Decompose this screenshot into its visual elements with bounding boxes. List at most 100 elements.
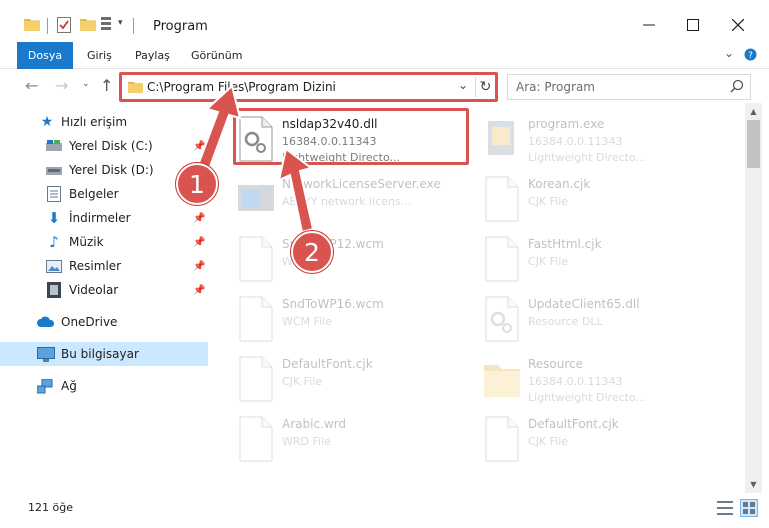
sidebar-item-pictures[interactable]: Resimler 📌: [0, 254, 208, 278]
app-icon: [238, 185, 274, 211]
file-icon: [239, 356, 273, 402]
computer-icon: [37, 345, 55, 363]
tab-view[interactable]: Görünüm: [191, 49, 242, 62]
chevron-down-icon[interactable]: ⌄: [458, 78, 468, 92]
sidebar-item-label: İndirmeler: [69, 211, 131, 225]
file-icon: [485, 236, 519, 282]
sidebar-item-local-disk-c[interactable]: Yerel Disk (C:) 📌: [0, 134, 208, 158]
folder-icon: [484, 365, 520, 397]
file-name: Resource: [528, 357, 584, 371]
sidebar-item-label: Videolar: [69, 283, 119, 297]
file-item-arabic-wrd[interactable]: Arabic.wrd WRD File: [236, 411, 476, 469]
pictures-icon: [45, 257, 63, 275]
file-description: Lightweight Directo...: [528, 391, 646, 404]
file-item-korean-cjk[interactable]: Korean.cjk CJK File: [482, 171, 722, 229]
file-version: 16384.0.0.11343: [528, 135, 623, 148]
customize-icon[interactable]: [101, 17, 117, 31]
maximize-button[interactable]: [682, 14, 704, 36]
file-name: program.exe: [528, 117, 605, 131]
file-item-sndtowp16[interactable]: SndToWP16.wcm WCM File: [236, 291, 476, 349]
documents-icon: [45, 185, 63, 203]
file-highlight: [233, 108, 469, 165]
separator: [133, 18, 134, 34]
pin-icon: 📌: [193, 140, 206, 152]
recent-locations-button[interactable]: ⌄: [82, 79, 90, 89]
close-button[interactable]: [727, 14, 749, 36]
sidebar-item-label: Resimler: [69, 259, 122, 273]
file-item-network-license-server[interactable]: NetworkLicenseServer.exe ABBYY network l…: [236, 171, 476, 229]
separator: [47, 18, 48, 34]
scroll-down-button[interactable]: ▼: [745, 476, 762, 493]
sidebar-item-label: Bu bilgisayar: [61, 347, 139, 361]
address-path[interactable]: C:\Program Files\Program Dizini: [147, 80, 336, 94]
file-description: ABBYY network licens...: [282, 195, 412, 208]
folder-icon: [24, 19, 40, 31]
search-box[interactable]: Ara: Program: [507, 74, 751, 100]
pin-icon: 📌: [193, 284, 206, 296]
scroll-up-button[interactable]: ▲: [745, 103, 762, 120]
file-item-defaultfont-cjk-2[interactable]: DefaultFont.cjk CJK File: [482, 411, 722, 469]
item-count: 121 öğe: [28, 501, 73, 514]
cloud-icon: [37, 313, 55, 331]
file-version: 16384.0.0.11343: [528, 375, 623, 388]
sidebar-item-this-pc[interactable]: Bu bilgisayar: [0, 342, 208, 366]
file-type: CJK File: [528, 255, 569, 268]
file-name: Korean.cjk: [528, 177, 591, 191]
sidebar-item-label: Müzik: [69, 235, 104, 249]
file-item-fasthtml-cjk[interactable]: FastHtml.cjk CJK File: [482, 231, 722, 289]
back-button[interactable]: ←: [25, 76, 38, 95]
sidebar-item-label: Ağ: [61, 379, 77, 393]
folder-icon: [128, 81, 143, 93]
callout-1: 1: [176, 163, 218, 205]
file-item-sndtowp12[interactable]: SndToWP12.wcm WCM File: [236, 231, 476, 289]
file-name: FastHtml.cjk: [528, 237, 602, 251]
expand-ribbon-icon[interactable]: ⌄: [724, 46, 734, 60]
address-bar[interactable]: C:\Program Files\Program Dizini ⌄ ↻: [121, 74, 497, 100]
chevron-down-icon[interactable]: ▾: [118, 18, 123, 28]
file-item-defaultfont-cjk[interactable]: DefaultFont.cjk CJK File: [236, 351, 476, 409]
music-icon: ♪: [49, 233, 59, 251]
sidebar-item-label: Yerel Disk (C:): [69, 139, 153, 153]
minimize-button[interactable]: [638, 14, 660, 36]
pin-icon: 📌: [193, 260, 206, 272]
sidebar-item-onedrive[interactable]: OneDrive: [0, 310, 208, 334]
sidebar-item-quick-access[interactable]: ★ Hızlı erişim: [0, 110, 208, 134]
search-icon[interactable]: [730, 79, 744, 93]
pin-icon: 📌: [193, 212, 206, 224]
callout-2: 2: [291, 231, 333, 273]
video-icon: [45, 281, 63, 299]
sidebar-item-downloads[interactable]: ⬇ İndirmeler 📌: [0, 206, 208, 230]
tab-file[interactable]: Dosya: [17, 42, 73, 69]
help-icon[interactable]: ?: [744, 48, 757, 61]
file-item-resource[interactable]: Resource 16384.0.0.11343 Lightweight Dir…: [482, 351, 722, 409]
navigation-bar: ← → ⌄ ↑ C:\Program Files\Program Dizini …: [0, 70, 769, 102]
sidebar-item-label: OneDrive: [61, 315, 118, 329]
scroll-thumb[interactable]: [747, 120, 760, 168]
properties-icon[interactable]: [57, 17, 71, 33]
large-icons-view-icon[interactable]: [740, 499, 758, 517]
maximize-icon: [687, 19, 699, 31]
window-title: Program: [153, 19, 208, 34]
tab-share[interactable]: Paylaş: [135, 49, 170, 62]
search-input[interactable]: Ara: Program: [516, 80, 595, 94]
details-view-icon[interactable]: [716, 499, 734, 517]
close-icon: [732, 19, 744, 31]
up-button[interactable]: ↑: [100, 76, 113, 95]
sidebar-item-music[interactable]: ♪ Müzik 📌: [0, 230, 208, 254]
star-icon: ★: [40, 114, 54, 130]
sidebar-item-videos[interactable]: Videolar 📌: [0, 278, 208, 302]
sidebar-item-network[interactable]: Ağ: [0, 374, 208, 398]
refresh-button[interactable]: ↻: [475, 77, 495, 97]
file-type: CJK File: [282, 375, 323, 388]
forward-button[interactable]: →: [55, 76, 68, 95]
new-folder-icon[interactable]: [80, 17, 96, 31]
file-icon: [485, 416, 519, 462]
vertical-scrollbar[interactable]: ▲ ▼: [745, 103, 762, 493]
file-type: WRD File: [282, 435, 331, 448]
file-name: NetworkLicenseServer.exe: [282, 177, 441, 191]
file-type: CJK File: [528, 435, 569, 448]
file-item-updateclient65[interactable]: UpdateClient65.dll Resource DLL: [482, 291, 722, 349]
tab-home[interactable]: Giriş: [87, 49, 112, 62]
file-item-program-exe[interactable]: program.exe 16384.0.0.11343 Lightweight …: [482, 111, 722, 169]
pin-icon: 📌: [193, 236, 206, 248]
